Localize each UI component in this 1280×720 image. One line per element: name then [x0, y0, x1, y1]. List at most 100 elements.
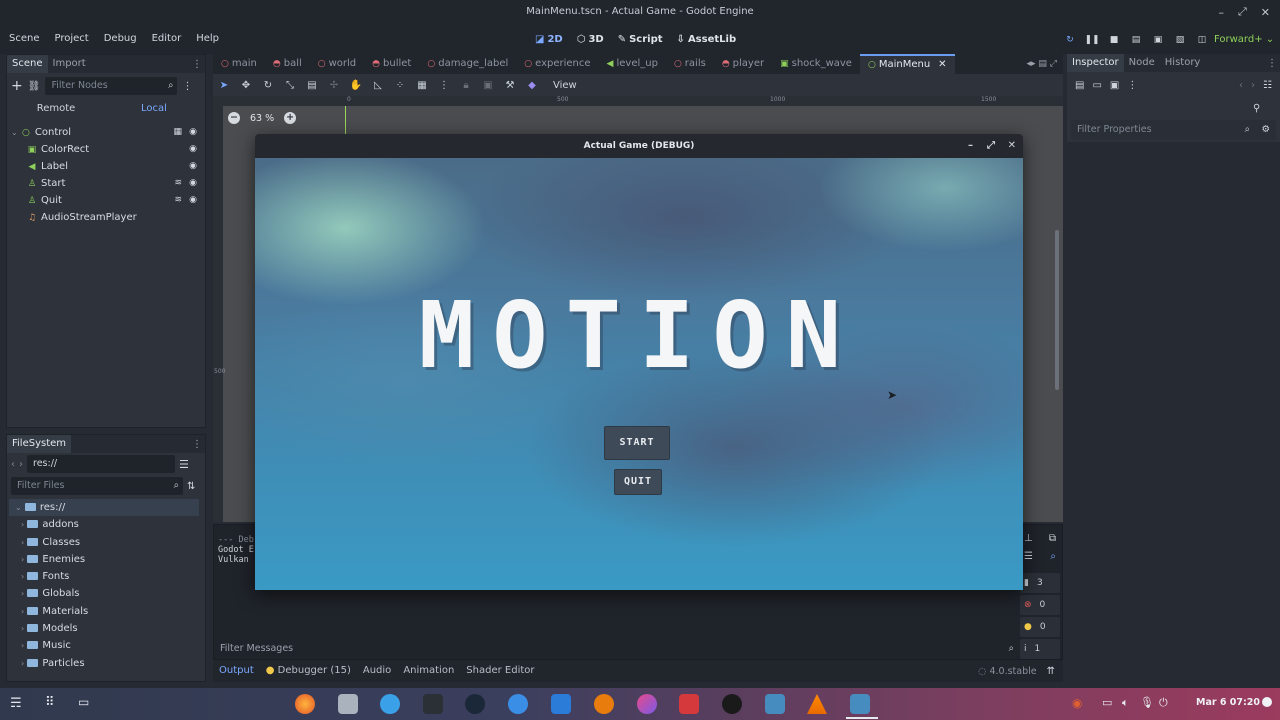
- power-icon[interactable]: ⏻: [1159, 696, 1168, 710]
- tab-ball[interactable]: ◓ ball: [265, 54, 310, 74]
- tab-damage-label[interactable]: ○ damage_label: [419, 54, 516, 74]
- vlc-icon[interactable]: [807, 694, 827, 714]
- expand-icon[interactable]: ›: [21, 538, 24, 547]
- app-grid-icon[interactable]: ⠿: [45, 695, 55, 710]
- tab-filesystem[interactable]: FileSystem: [7, 435, 72, 453]
- expand-icon[interactable]: ›: [21, 641, 24, 650]
- files-icon[interactable]: [338, 694, 358, 714]
- filter-messages-input[interactable]: Filter Messages ⌕: [214, 639, 1020, 659]
- tray-screen-icon[interactable]: ▭: [1102, 696, 1112, 709]
- tab-player[interactable]: ◓ player: [714, 54, 772, 74]
- expand-icon[interactable]: ›: [21, 520, 24, 529]
- inspector-options-icon[interactable]: ⋮: [1127, 80, 1137, 91]
- tab-history[interactable]: History: [1160, 54, 1206, 72]
- tab-world[interactable]: ○ world: [310, 54, 364, 74]
- remote-tab[interactable]: Remote: [7, 103, 105, 114]
- menu-help[interactable]: Help: [196, 24, 219, 54]
- tab-rails[interactable]: ○ rails: [666, 54, 714, 74]
- todo-icon[interactable]: [679, 694, 699, 714]
- smart-snap-icon[interactable]: ⁘: [389, 80, 411, 91]
- filter-nodes-input[interactable]: Filter Nodes ⌕: [45, 77, 178, 95]
- workspace-script[interactable]: ✎ Script: [618, 34, 663, 45]
- inkscape-icon[interactable]: [637, 694, 657, 714]
- pause-icon[interactable]: ❚❚: [1084, 32, 1100, 48]
- close-icon[interactable]: ✕: [1261, 6, 1270, 19]
- open-folder-icon[interactable]: ▭: [1092, 80, 1101, 91]
- steam-icon[interactable]: [465, 694, 485, 714]
- chat-icon[interactable]: [508, 694, 528, 714]
- signal-icon[interactable]: ≋: [174, 192, 182, 209]
- play-scene-icon[interactable]: ▣: [1150, 32, 1166, 48]
- obs-icon[interactable]: [722, 694, 742, 714]
- dock-menu-icon[interactable]: ⋮: [192, 439, 202, 450]
- tab-node[interactable]: Node: [1124, 54, 1160, 72]
- folder-item[interactable]: › Enemies: [7, 551, 205, 568]
- tab-import[interactable]: Import: [48, 55, 91, 73]
- tab-audio[interactable]: Audio: [363, 660, 391, 682]
- group-icon[interactable]: ▣: [477, 80, 499, 91]
- expand-icon[interactable]: ›: [21, 555, 24, 564]
- property-tool-icon[interactable]: ⚲: [1253, 103, 1260, 114]
- history-back-icon[interactable]: ‹: [1239, 80, 1243, 91]
- tree-node-control[interactable]: ⌄ ○ Control ▦ ◉: [7, 124, 205, 141]
- reload-icon[interactable]: ↻: [1062, 32, 1078, 48]
- tab-mainmenu[interactable]: ○ MainMenu ✕: [859, 54, 955, 74]
- filter-properties-input[interactable]: Filter Properties ⌕ ⚙: [1071, 120, 1276, 140]
- store-icon[interactable]: [380, 694, 400, 714]
- collapse-icon[interactable]: ⌄: [15, 503, 22, 512]
- app-launcher-icon[interactable]: ☴: [10, 696, 22, 711]
- workspace-2d[interactable]: ◪ 2D: [535, 34, 563, 45]
- tab-scroll-icon[interactable]: ◂▸ ▤ ⤢: [1027, 59, 1057, 69]
- view-menu[interactable]: View: [553, 80, 577, 91]
- maximize-icon[interactable]: ⤢: [1238, 5, 1247, 19]
- folder-item[interactable]: › addons: [7, 516, 205, 533]
- filter-files-input[interactable]: Filter Files ⌕: [11, 477, 183, 495]
- tab-animation[interactable]: Animation: [403, 660, 454, 682]
- tab-shock-wave[interactable]: ▣ shock_wave: [772, 54, 860, 74]
- tab-scene[interactable]: Scene: [7, 55, 48, 73]
- clear-log-icon[interactable]: ⊥: [1024, 533, 1033, 544]
- minimize-icon[interactable]: –: [968, 134, 973, 158]
- back-icon[interactable]: ‹: [11, 459, 15, 470]
- tree-node-audiostreamplayer[interactable]: ♫ AudioStreamPlayer: [7, 209, 205, 226]
- snap-options-icon[interactable]: ⋮: [433, 80, 455, 91]
- toggle-split-icon[interactable]: ☰: [179, 458, 189, 471]
- grid-snap-icon[interactable]: ▦: [411, 80, 433, 91]
- settings-icon[interactable]: ⚙: [1261, 120, 1270, 140]
- path-field[interactable]: res://: [27, 455, 175, 473]
- scene-options-icon[interactable]: ⋮: [182, 81, 192, 92]
- save-icon[interactable]: ▣: [1110, 80, 1119, 91]
- collapse-icon[interactable]: ☰: [1024, 551, 1033, 562]
- scale-tool-icon[interactable]: ⤡: [279, 80, 301, 91]
- menu-editor[interactable]: Editor: [152, 24, 182, 54]
- local-tab[interactable]: Local: [105, 103, 203, 114]
- stop-icon[interactable]: ■: [1106, 32, 1122, 48]
- folder-item[interactable]: › Materials: [7, 603, 205, 620]
- forward-icon[interactable]: ›: [19, 459, 23, 470]
- tree-node-quit[interactable]: ♙ Quit ≋ ◉: [7, 192, 205, 209]
- zoom-in-icon[interactable]: +: [284, 112, 297, 124]
- folder-item[interactable]: › Globals: [7, 585, 205, 602]
- tab-output[interactable]: Output: [219, 660, 254, 682]
- volume-icon[interactable]: 🔈︎: [1122, 696, 1129, 710]
- select-tool-icon[interactable]: ➤: [213, 80, 235, 91]
- expand-icon[interactable]: ›: [21, 589, 24, 598]
- game-window-titlebar[interactable]: Actual Game (DEBUG) – ⤢ ✕: [255, 134, 1023, 158]
- collapse-icon[interactable]: ⌄: [11, 128, 18, 137]
- close-tab-icon[interactable]: ✕: [938, 59, 946, 70]
- viewport-scrollbar[interactable]: [1055, 230, 1059, 390]
- godot-game-icon[interactable]: [850, 694, 870, 714]
- expand-icon[interactable]: ›: [21, 624, 24, 633]
- add-node-icon[interactable]: +: [11, 78, 23, 94]
- move-tool-icon[interactable]: ✥: [235, 80, 257, 91]
- visibility-eye-icon[interactable]: ◉: [189, 158, 197, 175]
- workspace-3d[interactable]: ⬡ 3D: [577, 34, 604, 45]
- message-counter[interactable]: ▮ 3: [1020, 573, 1060, 593]
- folder-item[interactable]: › Models: [7, 620, 205, 637]
- link-icon[interactable]: ⛓: [28, 81, 41, 92]
- terminal-icon[interactable]: [423, 694, 443, 714]
- menu-project[interactable]: Project: [55, 24, 89, 54]
- movie-icon[interactable]: ◫: [1194, 32, 1210, 48]
- minimize-icon[interactable]: –: [1218, 6, 1224, 19]
- folder-item[interactable]: › Classes: [7, 534, 205, 551]
